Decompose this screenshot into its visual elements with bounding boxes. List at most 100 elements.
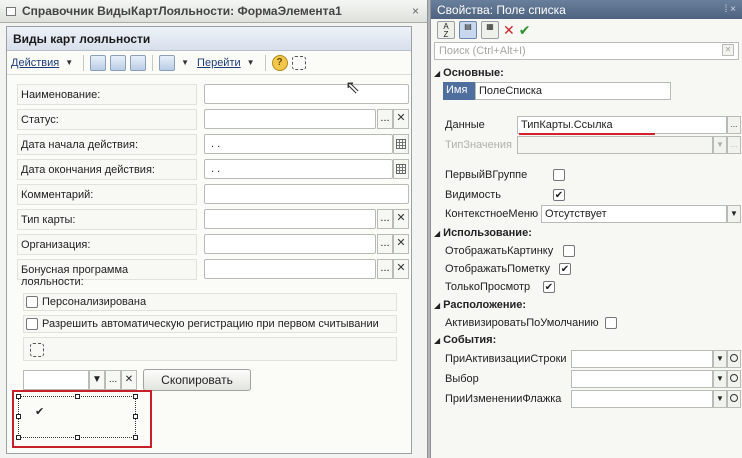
empty-group-placeholder: [23, 337, 397, 361]
collapse-triangle-icon[interactable]: ◢: [434, 336, 440, 345]
section-usage[interactable]: ◢ Использование:: [431, 225, 742, 241]
name-property-input[interactable]: ПолеСписка: [475, 82, 671, 100]
event-handler-input[interactable]: [571, 390, 713, 408]
collapse-triangle-icon[interactable]: ◢: [434, 69, 440, 78]
section-usage-label: Использование:: [443, 227, 532, 239]
start-date-input[interactable]: . .: [204, 134, 393, 154]
card-type-input[interactable]: [204, 209, 376, 229]
chevron-down-icon[interactable]: ▼: [65, 58, 73, 67]
section-events-label: События:: [443, 334, 497, 346]
data-property-input[interactable]: ТипКарты.Ссылка: [517, 116, 727, 134]
actions-menu[interactable]: Действия: [11, 57, 59, 69]
placeholder-icon[interactable]: [291, 55, 306, 70]
save-icon[interactable]: [110, 54, 127, 71]
small-combo-input[interactable]: [23, 370, 89, 390]
goto-menu[interactable]: Перейти: [197, 57, 241, 69]
resize-handle[interactable]: [75, 435, 80, 440]
field-label: Статус:: [17, 109, 197, 130]
first-in-group-checkbox[interactable]: [553, 169, 565, 181]
readonly-checkbox[interactable]: ✔: [543, 281, 555, 293]
form-toolbar: Действия ▼ ▼ Перейти ▼ ?: [7, 51, 411, 75]
section-events[interactable]: ◢ События:: [431, 332, 742, 348]
chevron-down-icon[interactable]: ▼: [247, 58, 255, 67]
chevron-down-icon[interactable]: ▼: [181, 58, 189, 67]
status-input[interactable]: [204, 109, 376, 129]
list-field-selected[interactable]: ✔: [16, 394, 138, 440]
magnifier-icon[interactable]: [727, 390, 741, 408]
toolbar-divider: [83, 54, 85, 71]
copy-button[interactable]: Скопировать: [143, 369, 251, 391]
context-menu-select[interactable]: Отсутствует: [541, 205, 727, 223]
chevron-down-icon[interactable]: ▼: [713, 390, 727, 408]
field-label: Бонусная программа лояльности:: [17, 259, 197, 288]
event-handler-input[interactable]: [571, 370, 713, 388]
chevron-down-icon[interactable]: ▼: [713, 370, 727, 388]
visibility-checkbox[interactable]: ✔: [553, 189, 565, 201]
apply-check-icon[interactable]: ✔: [519, 22, 531, 39]
clear-search-icon[interactable]: ✕: [722, 44, 734, 56]
bonus-program-input[interactable]: [204, 259, 376, 279]
calendar-icon[interactable]: [393, 134, 409, 154]
personalized-checkbox-row[interactable]: Персонализирована: [23, 293, 397, 311]
choose-button[interactable]: ...: [377, 209, 393, 229]
choose-button[interactable]: ...: [727, 116, 741, 134]
chevron-down-icon[interactable]: ▼: [89, 370, 105, 390]
field-label: Дата начала действия:: [17, 134, 197, 155]
name-input[interactable]: [204, 84, 409, 104]
properties-view-icon[interactable]: ▦: [481, 21, 499, 39]
clear-icon[interactable]: ✕: [393, 209, 409, 229]
resize-handle[interactable]: [133, 394, 138, 399]
choose-button[interactable]: ...: [377, 234, 393, 254]
choose-button[interactable]: ...: [377, 109, 393, 129]
auto-register-checkbox[interactable]: [26, 318, 38, 330]
resize-handle[interactable]: [16, 414, 21, 419]
event-label: ПриИзмененииФлажка: [445, 393, 562, 405]
categorized-icon[interactable]: ▤: [459, 21, 477, 39]
event-handler-input[interactable]: [571, 350, 713, 368]
cancel-icon[interactable]: ✕: [503, 22, 515, 39]
close-icon[interactable]: ×: [412, 4, 419, 18]
sort-alphabetical-icon[interactable]: AZ: [437, 21, 455, 39]
field-label: Дата окончания действия:: [17, 159, 197, 180]
refresh-icon[interactable]: [130, 54, 147, 71]
chevron-down-icon[interactable]: ▼: [713, 350, 727, 368]
end-date-input[interactable]: . .: [204, 159, 393, 179]
auto-register-checkbox-row[interactable]: Разрешить автоматическую регистрацию при…: [23, 315, 397, 333]
resize-handle[interactable]: [16, 394, 21, 399]
resize-handle[interactable]: [75, 394, 80, 399]
activate-default-checkbox[interactable]: [605, 317, 617, 329]
clear-icon[interactable]: ✕: [393, 259, 409, 279]
organization-input[interactable]: [204, 234, 376, 254]
magnifier-icon[interactable]: [727, 350, 741, 368]
field-row-organization: Организация: ... ✕: [17, 234, 409, 255]
section-layout[interactable]: ◢ Расположение:: [431, 297, 742, 313]
clear-icon[interactable]: ✕: [393, 109, 409, 129]
resize-handle[interactable]: [16, 435, 21, 440]
show-picture-checkbox[interactable]: [563, 245, 575, 257]
collapse-triangle-icon[interactable]: ◢: [434, 229, 440, 238]
data-property-label: Данные: [445, 119, 485, 131]
personalized-checkbox[interactable]: [26, 296, 38, 308]
go-to-icon[interactable]: [159, 54, 176, 71]
properties-search-input[interactable]: Поиск (Ctrl+Alt+I) ✕: [434, 42, 739, 60]
post-and-close-icon[interactable]: [90, 54, 107, 71]
show-mark-checkbox[interactable]: ✔: [559, 263, 571, 275]
pin-icon[interactable]: ⁞ ×: [725, 4, 736, 15]
resize-handle[interactable]: [133, 435, 138, 440]
resize-handle[interactable]: [133, 414, 138, 419]
magnifier-icon[interactable]: [727, 370, 741, 388]
choose-button[interactable]: ...: [105, 370, 121, 390]
checkbox-label: Разрешить автоматическую регистрацию при…: [42, 318, 379, 330]
red-underline-annotation: [519, 133, 655, 135]
event-row: ПриИзмененииФлажка: [445, 390, 561, 408]
chevron-down-icon[interactable]: ▼: [727, 205, 741, 223]
calendar-icon[interactable]: [393, 159, 409, 179]
clear-icon[interactable]: ✕: [121, 370, 137, 390]
clear-icon[interactable]: ✕: [393, 234, 409, 254]
collapse-triangle-icon[interactable]: ◢: [434, 301, 440, 310]
help-icon[interactable]: ?: [271, 54, 288, 71]
comment-input[interactable]: [204, 184, 409, 204]
section-main[interactable]: ◢ Основные:: [431, 65, 742, 81]
choose-button[interactable]: ...: [377, 259, 393, 279]
data-property-row: Данные: [445, 116, 517, 134]
